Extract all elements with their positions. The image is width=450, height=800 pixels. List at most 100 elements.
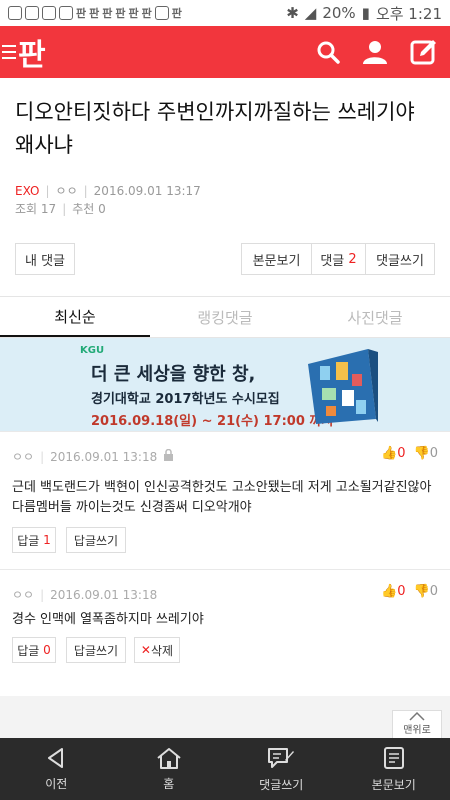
post-date: 2016.09.01 13:17: [93, 183, 201, 198]
notification-icon: [42, 6, 56, 20]
views-label: 조회: [15, 202, 38, 216]
write-reply-button[interactable]: 답글쓰기: [66, 527, 126, 553]
ad-headline: 더 큰 세상을 향한 창,: [91, 364, 256, 385]
upvote-button[interactable]: 👍0: [381, 584, 405, 599]
comment-item: ㅇㅇ | 2016.09.01 13:18 👍0 👎0 근데 백도랜드가 백현이…: [0, 431, 450, 569]
post-meta: EXO | ㅇㅇ | 2016.09.01 13:17: [15, 183, 201, 199]
comment-date: 2016.09.01 13:18: [50, 587, 158, 602]
tab-latest[interactable]: 최신순: [0, 297, 150, 337]
pan-notification-icon: 판: [171, 7, 182, 20]
nav-view-post[interactable]: 본문보기: [338, 738, 450, 800]
comment-text: 근데 백도랜드가 백현이 인신공격한것도 고소안됐는데 저게 고소될거같진않아 …: [12, 480, 432, 515]
clock: 오후 1:21: [375, 4, 442, 23]
pan-notification-icon: 판: [76, 7, 87, 20]
write-icon[interactable]: [410, 38, 438, 66]
view-post-button[interactable]: 본문보기: [242, 244, 312, 274]
reply-label: 답글: [17, 533, 40, 548]
logo: 판: [18, 38, 46, 73]
recommend-count: 0: [98, 202, 106, 216]
ad-subheadline: 경기대학교 2017학년도 수시모집: [91, 392, 280, 407]
tab-ranking[interactable]: 랭킹댓글: [150, 297, 300, 337]
search-icon[interactable]: [316, 40, 340, 64]
ad-building-illustration: [308, 349, 378, 424]
downvote-count: 0: [429, 584, 438, 599]
comment-author: ㅇㅇ: [12, 450, 35, 464]
battery-percent: 20%: [322, 4, 356, 22]
downvote-button[interactable]: 👎0: [414, 584, 438, 599]
delete-button[interactable]: ✕ 삭제: [134, 637, 180, 663]
reply-button[interactable]: 답글 0: [12, 637, 56, 663]
thumbs-up-icon: 👍: [381, 446, 398, 461]
post-actions: 본문보기 댓글 2 댓글쓰기: [241, 243, 435, 275]
pan-notification-icon: 판: [128, 7, 139, 20]
nav-back[interactable]: 이전: [0, 738, 113, 800]
upvote-count: 0: [397, 446, 406, 461]
back-icon: [48, 747, 64, 768]
write-comment-button[interactable]: 댓글쓰기: [366, 244, 434, 274]
user-icon[interactable]: [362, 40, 388, 64]
upvote-count: 0: [397, 584, 406, 599]
notification-icon: [8, 6, 22, 20]
thumbs-down-icon: 👎: [413, 446, 430, 461]
ad-date: 2016.09.18(일) ~ 21(수) 17:00 까지: [91, 414, 334, 429]
comment-write-icon: [268, 747, 295, 768]
signal-icon: ◢: [304, 4, 317, 22]
nav-home-label: 홈: [163, 776, 175, 791]
recommend-label: 추천: [72, 202, 95, 216]
pan-notification-icon: 판: [89, 7, 100, 20]
nav-write-comment-label: 댓글쓰기: [259, 777, 304, 792]
comment-author: ㅇㅇ: [12, 588, 35, 602]
post-stats: 조회 17 | 추천 0: [15, 201, 106, 217]
comment-text: 경수 인맥에 열폭좀하지마 쓰레기야: [12, 612, 204, 627]
app-header: 판: [0, 26, 450, 78]
thumbs-up-icon: 👍: [381, 584, 398, 599]
document-icon: [383, 746, 404, 769]
comment-item: ㅇㅇ | 2016.09.01 13:18 👍0 👎0 경수 인맥에 열폭좀하지…: [0, 569, 450, 696]
upvote-button[interactable]: 👍0: [381, 446, 405, 461]
notification-icons: 판 판 판 판 판 판 판: [8, 5, 286, 21]
ad-logo: KGU: [80, 345, 105, 356]
post-title: 디오안티짓하다 주변인까지까질하는 쓰레기야 왜사냐: [15, 100, 415, 157]
status-bar: 판 판 판 판 판 판 판 ✱ ◢ 20% ▮ 오후 1:21: [0, 0, 450, 26]
comment-date: 2016.09.01 13:18: [50, 449, 158, 464]
delete-icon: ✕: [140, 643, 151, 657]
reply-button[interactable]: 답글 1: [12, 527, 56, 553]
delete-label: 삭제: [150, 643, 174, 658]
comments-button[interactable]: 댓글 2: [312, 244, 366, 274]
bottom-navigation: 이전 홈 댓글쓰기 본문보기: [0, 738, 450, 800]
reply-label: 답글: [17, 643, 40, 658]
nav-home[interactable]: 홈: [113, 738, 226, 800]
ad-banner[interactable]: KGU 더 큰 세상을 향한 창, 경기대학교 2017학년도 수시모집 201…: [0, 338, 450, 431]
pan-notification-icon: 판: [141, 7, 152, 20]
comment-sort-tabs: 최신순 랭킹댓글 사진댓글: [0, 296, 450, 338]
chevron-up-icon: [409, 711, 425, 721]
comments-label: 댓글: [320, 253, 345, 269]
reply-count: 0: [43, 643, 51, 657]
downvote-count: 0: [429, 446, 438, 461]
page-footer-area: [0, 696, 450, 738]
post-author: ㅇㅇ: [55, 184, 78, 198]
scroll-top-button[interactable]: 맨위로: [392, 710, 442, 738]
tab-photo[interactable]: 사진댓글: [300, 297, 450, 337]
my-comments-button[interactable]: 내 댓글: [15, 243, 75, 275]
pan-notification-icon: 판: [102, 7, 113, 20]
downvote-button[interactable]: 👎0: [414, 446, 438, 461]
nav-view-post-label: 본문보기: [371, 777, 416, 792]
views-count: 17: [40, 202, 57, 216]
reply-count: 1: [43, 533, 51, 547]
image-icon: [154, 6, 169, 20]
thumbs-down-icon: 👎: [413, 584, 430, 599]
notification-icon: [59, 6, 73, 20]
nav-write-comment[interactable]: 댓글쓰기: [225, 738, 338, 800]
post-category[interactable]: EXO: [15, 184, 39, 198]
write-reply-button[interactable]: 답글쓰기: [66, 637, 126, 663]
menu-icon: [2, 45, 16, 59]
home-icon: [157, 747, 181, 769]
logo-menu-button[interactable]: 판: [0, 30, 46, 74]
comments-count: 2: [348, 251, 357, 267]
scroll-top-label: 맨위로: [403, 725, 431, 736]
bluetooth-icon: ✱: [286, 4, 299, 22]
notification-icon: [25, 6, 39, 20]
lock-icon: [163, 448, 174, 464]
pan-notification-icon: 판: [115, 7, 126, 20]
